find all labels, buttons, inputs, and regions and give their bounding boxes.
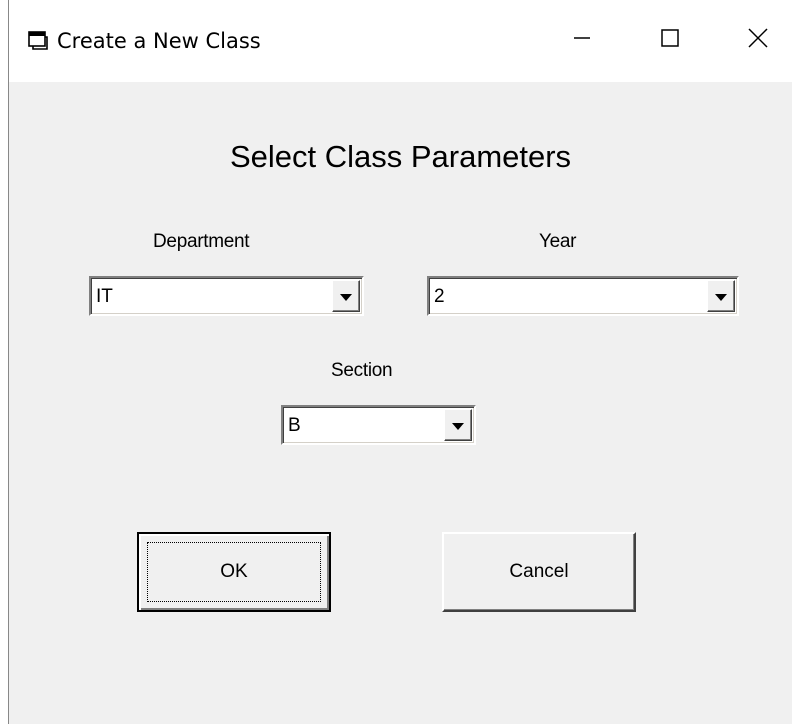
section-select[interactable]: B <box>281 405 476 445</box>
maximize-button[interactable] <box>642 16 698 64</box>
section-label: Section <box>331 360 393 381</box>
focus-rectangle <box>147 542 321 602</box>
close-button[interactable] <box>730 16 786 64</box>
form-icon <box>27 29 49 51</box>
year-select[interactable]: 2 <box>427 276 739 316</box>
title-bar[interactable]: Create a New Class <box>9 0 792 82</box>
cancel-button-label: Cancel <box>509 561 569 582</box>
cancel-button[interactable]: Cancel <box>442 532 636 612</box>
form-heading: Select Class Parameters <box>229 139 572 174</box>
year-label: Year <box>539 231 577 252</box>
year-value: 2 <box>434 286 445 307</box>
department-label: Department <box>153 231 250 252</box>
department-dropdown-button[interactable] <box>332 280 360 312</box>
window-title: Create a New Class <box>57 29 261 53</box>
maximize-icon <box>660 28 680 53</box>
section-value: B <box>288 415 301 436</box>
chevron-down-icon <box>452 422 464 430</box>
minimize-button[interactable] <box>554 16 610 64</box>
chevron-down-icon <box>340 293 352 301</box>
chevron-down-icon <box>715 293 727 301</box>
minimize-icon <box>572 28 592 53</box>
ok-button[interactable]: OK <box>137 532 331 612</box>
year-dropdown-button[interactable] <box>707 280 735 312</box>
section-dropdown-button[interactable] <box>444 409 472 441</box>
close-icon <box>747 27 769 54</box>
create-class-dialog: Create a New Class Select Class Paramete… <box>8 0 792 724</box>
department-select[interactable]: IT <box>89 276 364 316</box>
department-value: IT <box>96 286 113 307</box>
